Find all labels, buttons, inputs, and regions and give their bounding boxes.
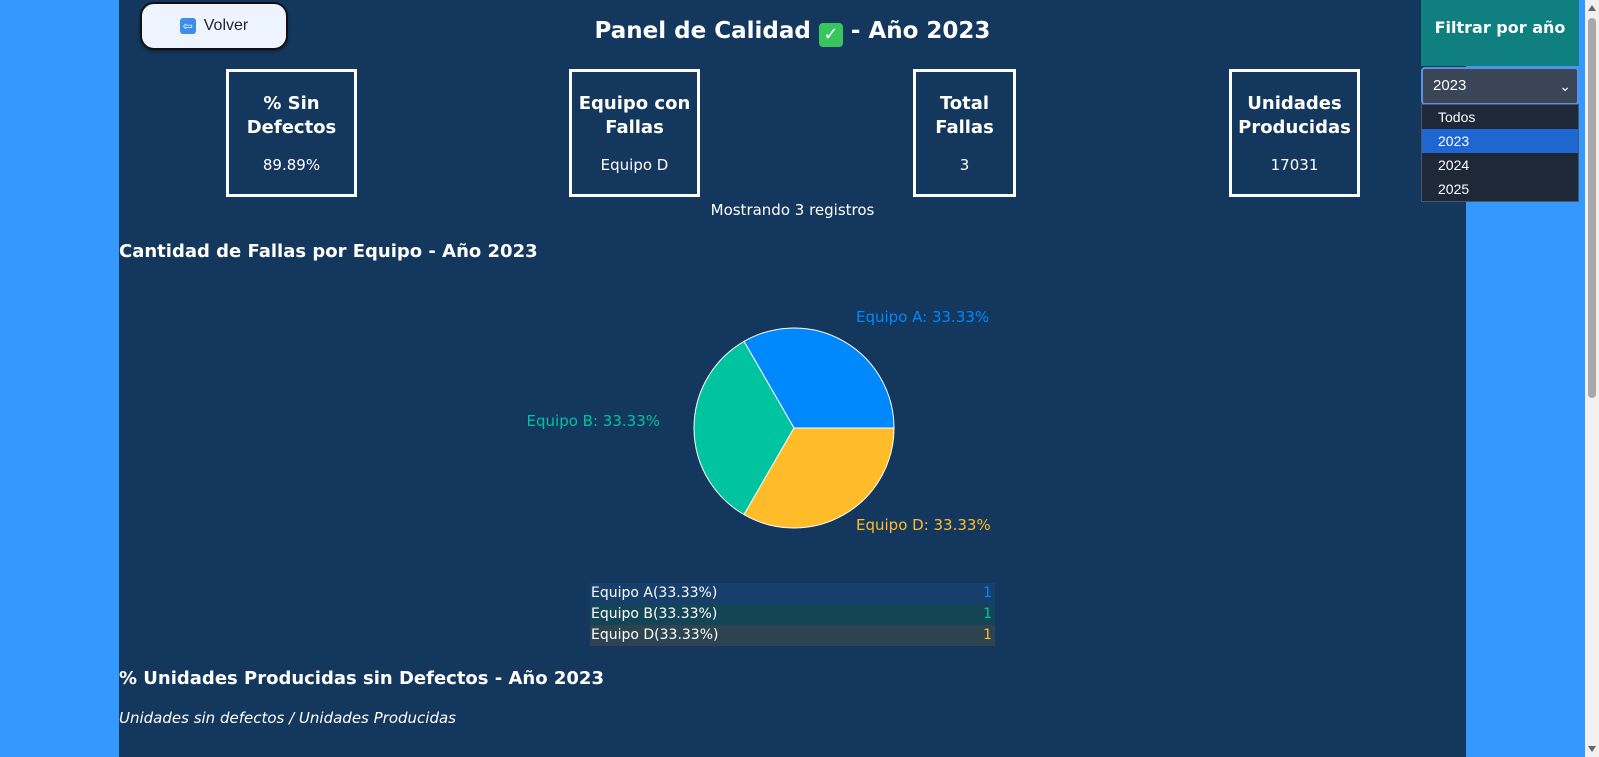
legend-row: Equipo D(33.33%) 1 [590, 625, 995, 646]
year-option-todos[interactable]: Todos [1422, 105, 1578, 129]
legend-label: Equipo B(33.33%) [591, 606, 718, 622]
page-scrollbar[interactable] [1585, 0, 1599, 757]
kpi-value: Equipo D [600, 156, 669, 174]
year-option-2025[interactable]: 2025 [1422, 177, 1578, 201]
back-button[interactable]: ⇦ Volver [140, 2, 288, 50]
kpi-label: Equipo con Fallas [578, 93, 691, 138]
kpi-value: 3 [959, 156, 970, 174]
pie-label: Equipo B: 33.33% [527, 412, 660, 430]
kpi-label: Unidades Producidas [1238, 93, 1351, 138]
pie-section-title: Cantidad de Fallas por Equipo - Año 2023 [119, 241, 538, 262]
filter-title: Filtrar por año [1434, 18, 1566, 37]
legend-value: 1 [983, 585, 992, 601]
back-arrow-icon: ⇦ [179, 18, 196, 34]
legend-row: Equipo B(33.33%) 1 [590, 604, 995, 625]
defects-section-title: % Unidades Producidas sin Defectos - Año… [119, 668, 604, 689]
kpi-label: % Sin Defectos [246, 93, 337, 138]
year-dropdown: Todos 2023 2024 2025 [1421, 104, 1579, 202]
scroll-down-arrow-icon[interactable] [1588, 746, 1596, 752]
legend-value: 1 [983, 627, 992, 643]
pie-label: Equipo A: 33.33% [856, 308, 989, 326]
kpi-card-no-defects: % Sin Defectos 89.89% [226, 69, 357, 197]
kpi-value: 89.89% [262, 156, 321, 174]
scrollbar-thumb[interactable] [1588, 18, 1596, 398]
legend-value: 1 [983, 606, 992, 622]
pie-chart-svg: Equipo A: 33.33% Equipo B: 33.33% Equipo D… [527, 308, 991, 534]
chevron-down-icon: ⌄ [1559, 78, 1571, 94]
pie-chart: Equipo A: 33.33% Equipo B: 33.33% Equipo D… [119, 270, 1466, 570]
defects-formula: Unidades sin defectos / Unidades Produci… [119, 709, 456, 727]
pie-label: Equipo D: 33.33% [856, 516, 991, 534]
check-icon: ✓ [818, 23, 843, 47]
kpi-card-units-produced: Unidades Producidas 17031 [1229, 69, 1360, 197]
back-button-label: Volver [203, 17, 249, 34]
legend-row: Equipo A(33.33%) 1 [590, 583, 995, 604]
kpi-label: Total Fallas [935, 93, 994, 138]
legend-label: Equipo D(33.33%) [591, 627, 719, 643]
year-option-2024[interactable]: 2024 [1422, 153, 1578, 177]
legend-label: Equipo A(33.33%) [591, 585, 718, 601]
page-title-text: Panel de Calidad [594, 18, 811, 44]
year-select[interactable]: 2023 ⌄ [1421, 67, 1579, 105]
kpi-value: 17031 [1270, 156, 1319, 174]
kpi-card-equipment-failures: Equipo con Fallas Equipo D [569, 69, 700, 197]
page-title: Panel de Calidad ✓ - Año 2023 [560, 18, 1025, 47]
year-option-2023[interactable]: 2023 [1422, 129, 1578, 153]
kpi-card-total-failures: Total Fallas 3 [913, 69, 1016, 197]
page-title-year: - Año 2023 [850, 18, 991, 44]
records-count: Mostrando 3 registros [710, 201, 875, 219]
scroll-up-arrow-icon[interactable] [1588, 5, 1596, 11]
legend-table: Equipo A(33.33%) 1 Equipo B(33.33%) 1 Equipo… [590, 583, 995, 646]
year-select-value: 2023 [1433, 77, 1467, 94]
